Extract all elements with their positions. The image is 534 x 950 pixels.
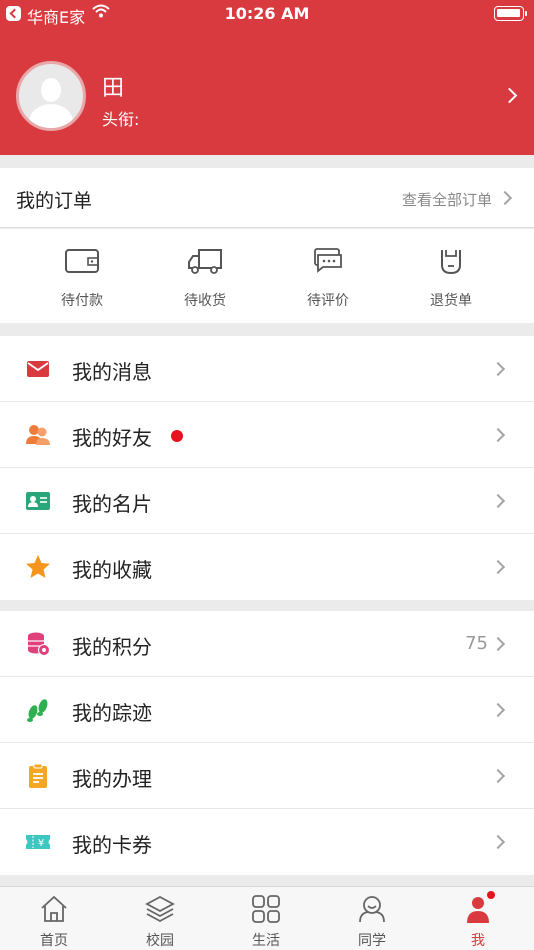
bottom-tab-bar: 首页 校园 生活 同学 我	[0, 886, 534, 950]
chevron-right-icon	[490, 493, 506, 509]
wallet-icon	[65, 249, 99, 273]
menu-item-applications[interactable]: 我的办理	[0, 743, 534, 809]
chevron-right-icon	[490, 834, 506, 850]
menu-item-footprints[interactable]: 我的踪迹	[0, 677, 534, 743]
classmates-icon	[359, 896, 385, 923]
avatar[interactable]	[16, 61, 86, 131]
order-status-row: 待付款 待收货 待评价 退货单	[0, 229, 534, 323]
tab-campus[interactable]: 校园	[107, 887, 213, 950]
order-item-label: 待付款	[61, 293, 103, 309]
tab-label: 首页	[40, 933, 68, 949]
points-value: 75	[465, 633, 488, 654]
order-pending-payment[interactable]: 待付款	[22, 229, 142, 323]
coins-icon	[28, 632, 50, 656]
chevron-right-icon	[490, 636, 506, 652]
avatar-head-shape	[41, 78, 61, 102]
friends-icon	[26, 425, 50, 445]
profile-title: 头衔:	[102, 110, 140, 129]
tab-label: 我	[471, 933, 485, 949]
tab-me[interactable]: 我	[425, 887, 531, 950]
tab-label: 生活	[252, 933, 280, 949]
order-pending-delivery[interactable]: 待收货	[145, 229, 265, 323]
order-item-label: 待收货	[184, 293, 226, 309]
chevron-right-icon	[497, 190, 513, 206]
menu-group-services: 我的积分 75 我的踪迹 我的办理 ¥ 我的卡券	[0, 611, 534, 875]
menu-item-label: 我的办理	[72, 767, 152, 791]
menu-item-label: 我的好友	[72, 426, 152, 450]
layers-icon	[145, 895, 175, 923]
clipboard-icon	[29, 763, 47, 788]
menu-item-friends[interactable]: 我的好友	[0, 402, 534, 468]
return-icon	[441, 250, 461, 275]
profile-header: 华商E家 10:26 AM 田 头衔:	[0, 0, 534, 155]
star-icon	[26, 555, 50, 578]
menu-item-business-card[interactable]: 我的名片	[0, 468, 534, 534]
truck-icon	[188, 249, 222, 274]
tab-label: 同学	[358, 933, 386, 949]
chevron-right-icon	[490, 768, 506, 784]
grid-icon	[252, 895, 280, 923]
status-bar: 华商E家 10:26 AM	[0, 0, 534, 28]
new-friend-badge	[171, 430, 183, 442]
comment-icon	[314, 248, 342, 273]
menu-item-coupons[interactable]: ¥ 我的卡券	[0, 809, 534, 875]
business-card-icon	[26, 492, 50, 510]
menu-item-messages[interactable]: 我的消息	[0, 336, 534, 402]
order-returns[interactable]: 退货单	[391, 229, 511, 323]
menu-item-label: 我的踪迹	[72, 701, 152, 725]
battery-icon	[494, 6, 527, 21]
menu-item-label: 我的消息	[72, 360, 152, 384]
avatar-body-shape	[29, 104, 73, 128]
my-orders-title: 我的订单	[16, 190, 93, 212]
tab-life[interactable]: 生活	[213, 887, 319, 950]
order-item-label: 退货单	[430, 293, 472, 309]
footprint-icon	[27, 699, 48, 722]
tab-classmates[interactable]: 同学	[319, 887, 425, 950]
view-all-orders-link[interactable]: 查看全部订单	[402, 189, 492, 210]
profile-chevron-icon[interactable]	[501, 87, 518, 104]
menu-item-label: 我的收藏	[72, 558, 152, 582]
profile-name: 田	[102, 76, 125, 101]
tab-home[interactable]: 首页	[1, 887, 107, 950]
profile-page: 华商E家 10:26 AM 田 头衔: 我的订单 查看全部订单 待付款 待收货 …	[0, 0, 534, 950]
home-icon	[41, 895, 67, 922]
chevron-right-icon	[490, 361, 506, 377]
tab-label: 校园	[146, 933, 174, 949]
menu-group-personal: 我的消息 我的好友 我的名片 我的收藏	[0, 336, 534, 600]
chevron-right-icon	[490, 702, 506, 718]
menu-item-label: 我的名片	[72, 492, 152, 516]
order-pending-review[interactable]: 待评价	[268, 229, 388, 323]
menu-item-favorites[interactable]: 我的收藏	[0, 534, 534, 600]
menu-item-label: 我的积分	[72, 635, 152, 659]
chevron-right-icon	[490, 559, 506, 575]
menu-item-points[interactable]: 我的积分 75	[0, 611, 534, 677]
chevron-right-icon	[490, 427, 506, 443]
tab-me-badge	[487, 891, 495, 899]
order-item-label: 待评价	[307, 293, 349, 309]
svg-text:¥: ¥	[38, 838, 44, 849]
status-time: 10:26 AM	[224, 4, 310, 23]
menu-item-label: 我的卡券	[72, 833, 152, 857]
my-orders-header[interactable]: 我的订单 查看全部订单	[0, 168, 534, 228]
envelope-icon	[27, 361, 49, 377]
coupon-icon: ¥	[26, 835, 50, 849]
